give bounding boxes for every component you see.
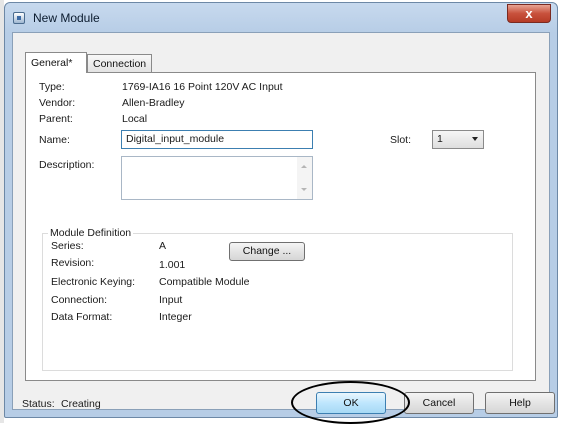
description-textarea[interactable] bbox=[121, 156, 313, 200]
module-definition-title: Module Definition bbox=[48, 227, 134, 239]
ok-button[interactable]: OK bbox=[316, 392, 386, 414]
general-tab-panel: Type: 1769-IA16 16 Point 120V AC Input V… bbox=[25, 72, 536, 381]
chevron-down-icon bbox=[472, 137, 478, 141]
slot-select[interactable]: 1 bbox=[432, 130, 484, 149]
description-scrollbar[interactable] bbox=[297, 157, 312, 199]
slot-value: 1 bbox=[437, 133, 443, 145]
dialog-client-area: General* Connection Type: 1769-IA16 16 P… bbox=[12, 32, 550, 410]
scroll-down-icon[interactable] bbox=[301, 188, 307, 191]
parent-value: Local bbox=[122, 113, 148, 125]
data-format-value: Integer bbox=[159, 311, 192, 323]
revision-value: 1.001 bbox=[159, 259, 186, 271]
name-label: Name: bbox=[39, 134, 70, 146]
electronic-keying-label: Electronic Keying: bbox=[51, 276, 136, 288]
window-app-icon bbox=[13, 12, 25, 24]
type-value: 1769-IA16 16 Point 120V AC Input bbox=[122, 81, 283, 93]
new-module-dialog: New Module x General* Connection Type: 1… bbox=[4, 2, 558, 418]
description-label: Description: bbox=[39, 159, 95, 171]
vendor-value: Allen-Bradley bbox=[122, 97, 185, 109]
electronic-keying-value: Compatible Module bbox=[159, 276, 250, 288]
change-button[interactable]: Change ... bbox=[229, 242, 305, 261]
status-label: Status: bbox=[22, 398, 55, 410]
slot-label: Slot: bbox=[390, 134, 412, 146]
connection-label: Connection: bbox=[51, 294, 108, 306]
tab-connection[interactable]: Connection bbox=[87, 54, 152, 72]
scroll-up-icon[interactable] bbox=[301, 165, 307, 168]
title-bar[interactable]: New Module x bbox=[5, 3, 557, 33]
parent-label: Parent: bbox=[39, 113, 73, 125]
series-label: Series: bbox=[51, 240, 84, 252]
data-format-label: Data Format: bbox=[51, 311, 113, 323]
type-label: Type: bbox=[39, 81, 65, 93]
status-value: Creating bbox=[61, 398, 101, 410]
tab-general[interactable]: General* bbox=[25, 52, 87, 73]
dialog-title: New Module bbox=[33, 11, 100, 25]
help-button[interactable]: Help bbox=[485, 392, 555, 414]
name-input[interactable]: Digital_input_module bbox=[121, 130, 313, 149]
close-button[interactable]: x bbox=[507, 4, 551, 23]
revision-label: Revision: bbox=[51, 257, 95, 269]
vendor-label: Vendor: bbox=[39, 97, 76, 109]
connection-value: Input bbox=[159, 294, 183, 306]
cancel-button[interactable]: Cancel bbox=[404, 392, 474, 414]
series-value: A bbox=[159, 240, 167, 252]
